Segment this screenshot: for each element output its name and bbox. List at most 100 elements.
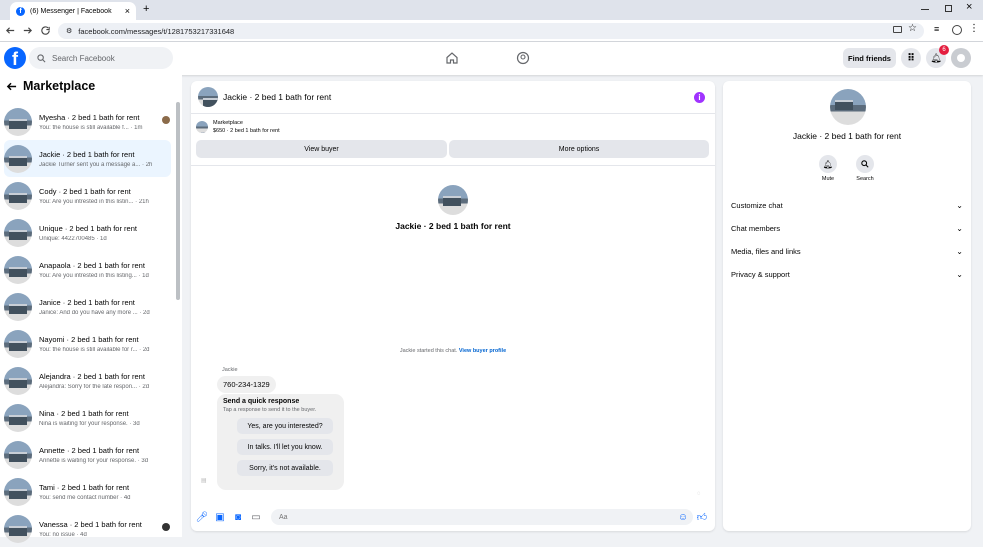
conversation-preview: Annette is waiting for your response. · … bbox=[39, 457, 149, 464]
started-text: Jackie started this chat. bbox=[399, 348, 458, 354]
conversation-avatar bbox=[438, 185, 468, 215]
forward-icon[interactable] bbox=[22, 25, 33, 36]
section-chat-members[interactable]: Chat members ⌄ bbox=[731, 219, 963, 237]
search-bar[interactable]: Search Facebook bbox=[29, 47, 173, 69]
listing-avatar bbox=[4, 366, 32, 395]
conversation-name: Anapaola · 2 bed 1 bath for rent bbox=[39, 260, 145, 270]
emoji-icon[interactable]: ☺ bbox=[677, 511, 689, 523]
reload-icon[interactable] bbox=[40, 25, 51, 36]
bookmark-star-icon[interactable]: ☆ bbox=[908, 23, 917, 34]
seen-avatar bbox=[162, 116, 170, 124]
close-window-icon[interactable]: × bbox=[966, 1, 972, 13]
section-label: Media, files and links bbox=[731, 246, 801, 256]
chat-title[interactable]: Jackie · 2 bed 1 bath for rent bbox=[223, 92, 331, 102]
message-input[interactable] bbox=[271, 509, 693, 525]
quick-response-option[interactable]: Yes, are you interested? bbox=[237, 418, 333, 434]
section-customize-chat[interactable]: Customize chat ⌄ bbox=[731, 196, 963, 214]
listing-price-title[interactable]: $650 · 2 bed 1 bath for rent bbox=[213, 127, 280, 135]
conversation-name: Janice · 2 bed 1 bath for rent bbox=[39, 297, 135, 307]
chat-avatar[interactable] bbox=[198, 87, 218, 107]
photo-icon[interactable]: ▣ bbox=[214, 511, 226, 523]
conversation-preview: You: the house is still available for r.… bbox=[39, 346, 150, 353]
marketplace-listing-strip: Marketplace $650 · 2 bed 1 bath for rent bbox=[196, 119, 280, 135]
search-icon bbox=[37, 53, 46, 62]
menu-kebab-icon[interactable]: ⋮ bbox=[969, 23, 979, 34]
chat-details-panel: Jackie · 2 bed 1 bath for rent 🔔︎ Mute S… bbox=[723, 81, 971, 531]
info-icon[interactable]: i bbox=[694, 92, 705, 103]
conversation-preview: Unique: 4422700485 · 1d bbox=[39, 235, 107, 242]
thumbs-up-icon[interactable]: 👍︎ bbox=[696, 511, 708, 523]
site-info-icon[interactable]: ⚙ bbox=[66, 27, 72, 35]
sidebar-scrollbar[interactable] bbox=[176, 102, 180, 300]
listing-thumbnail[interactable] bbox=[196, 121, 208, 133]
mute-action[interactable]: 🔔︎ Mute bbox=[813, 155, 843, 182]
conversation-item[interactable]: Vanessa · 2 bed 1 bath for rent You: no i… bbox=[0, 510, 175, 547]
conversation-item[interactable]: Unique · 2 bed 1 bath for rent Unique: 44… bbox=[0, 214, 175, 251]
conversation-item[interactable]: Tami · 2 bed 1 bath for rent You: send me… bbox=[0, 473, 175, 510]
more-options-button[interactable]: More options bbox=[449, 140, 709, 158]
notification-badge: 6 bbox=[939, 45, 949, 55]
maximize-icon[interactable] bbox=[945, 5, 952, 12]
conversation-item[interactable]: Myesha · 2 bed 1 bath for rent You: the h… bbox=[0, 103, 175, 140]
browser-tab[interactable]: f (6) Messenger | Facebook × bbox=[10, 2, 136, 20]
conversation-item[interactable]: Annette · 2 bed 1 bath for rent Annette i… bbox=[0, 436, 175, 473]
browser-toolbar: ⚙ facebook.com/messages/t/12817532173316… bbox=[0, 20, 983, 42]
profile-icon[interactable] bbox=[952, 25, 962, 35]
quick-response-option[interactable]: Sorry, it's not available. bbox=[237, 460, 333, 476]
gif-icon[interactable]: ▭ bbox=[250, 511, 262, 523]
chat-header: Jackie · 2 bed 1 bath for rent i bbox=[191, 81, 715, 114]
grid-icon: ⠿ bbox=[907, 52, 915, 64]
new-tab-button[interactable]: + bbox=[143, 3, 149, 15]
section-label: Privacy & support bbox=[731, 269, 790, 279]
back-arrow-icon[interactable] bbox=[6, 81, 17, 92]
media-control-icon[interactable]: ≡ bbox=[934, 24, 939, 34]
groups-icon[interactable] bbox=[516, 51, 530, 65]
conversation-item[interactable]: Nina · 2 bed 1 bath for rent Nina is wait… bbox=[0, 399, 175, 436]
chevron-down-icon: ⌄ bbox=[956, 200, 963, 210]
search-action[interactable]: Search bbox=[850, 155, 880, 182]
address-bar[interactable]: ⚙ facebook.com/messages/t/12817532173316… bbox=[58, 23, 924, 39]
conversation-item[interactable]: Alejandra · 2 bed 1 bath for rent Alejand… bbox=[0, 362, 175, 399]
chevron-down-icon: ⌄ bbox=[956, 223, 963, 233]
minimize-icon[interactable] bbox=[921, 9, 929, 10]
view-buyer-button[interactable]: View buyer bbox=[196, 140, 447, 158]
conversation-preview: Alejandra: Sorry for the late respon... … bbox=[39, 383, 150, 390]
conversation-item[interactable]: Cody · 2 bed 1 bath for rent You: Are you… bbox=[0, 177, 175, 214]
microphone-icon[interactable]: 🎤︎ bbox=[196, 511, 209, 523]
conversation-item-active[interactable]: Jackie · 2 bed 1 bath for rent Jackie Tur… bbox=[4, 140, 171, 177]
close-tab-icon[interactable]: × bbox=[125, 6, 130, 16]
listing-avatar bbox=[4, 292, 32, 321]
bell-icon: 🔔︎ bbox=[819, 155, 837, 173]
marketplace-sidebar: Marketplace Myesha · 2 bed 1 bath for re… bbox=[0, 75, 182, 543]
listing-avatar bbox=[4, 181, 32, 210]
back-icon[interactable] bbox=[5, 25, 16, 36]
quick-response-card: Send a quick response Tap a response to … bbox=[217, 394, 344, 490]
view-buyer-profile-link[interactable]: View buyer profile bbox=[459, 348, 506, 354]
quick-response-option[interactable]: In talks. I'll let you know. bbox=[237, 439, 333, 455]
quick-response-subtitle: Tap a response to send it to the buyer. bbox=[223, 407, 317, 413]
section-media-files-links[interactable]: Media, files and links ⌄ bbox=[731, 242, 963, 260]
home-icon[interactable] bbox=[445, 51, 459, 65]
facebook-logo-icon[interactable]: f bbox=[4, 47, 26, 69]
search-icon bbox=[856, 155, 874, 173]
sticker-icon[interactable]: ◙ bbox=[232, 511, 244, 523]
mute-label: Mute bbox=[821, 176, 835, 182]
chevron-down-icon: ⌄ bbox=[956, 269, 963, 279]
sidebar-title: Marketplace bbox=[23, 79, 96, 93]
details-avatar[interactable] bbox=[830, 89, 866, 125]
find-friends-button[interactable]: Find friends bbox=[843, 48, 896, 68]
conversation-item[interactable]: Nayomi · 2 bed 1 bath for rent You: the h… bbox=[0, 325, 175, 362]
message-composer: 🎤︎ ▣ ◙ ▭ ☺ 👍︎ bbox=[196, 507, 710, 527]
conversation-item[interactable]: Anapaola · 2 bed 1 bath for rent You: Are… bbox=[0, 251, 175, 288]
account-avatar[interactable] bbox=[951, 48, 971, 68]
conversation-title: Jackie · 2 bed 1 bath for rent bbox=[395, 221, 511, 231]
conversation-preview: Janice: And do you have any more ... · 2… bbox=[39, 309, 150, 316]
conversation-name: Nayomi · 2 bed 1 bath for rent bbox=[39, 334, 139, 344]
conversation-item[interactable]: Janice · 2 bed 1 bath for rent Janice: An… bbox=[0, 288, 175, 325]
section-privacy-support[interactable]: Privacy & support ⌄ bbox=[731, 265, 963, 283]
menu-grid-button[interactable]: ⠿ bbox=[901, 48, 921, 68]
details-name: Jackie · 2 bed 1 bath for rent bbox=[792, 131, 902, 141]
install-app-icon[interactable] bbox=[893, 26, 902, 33]
seen-avatar bbox=[162, 523, 170, 531]
user-silhouette-icon bbox=[957, 54, 965, 62]
